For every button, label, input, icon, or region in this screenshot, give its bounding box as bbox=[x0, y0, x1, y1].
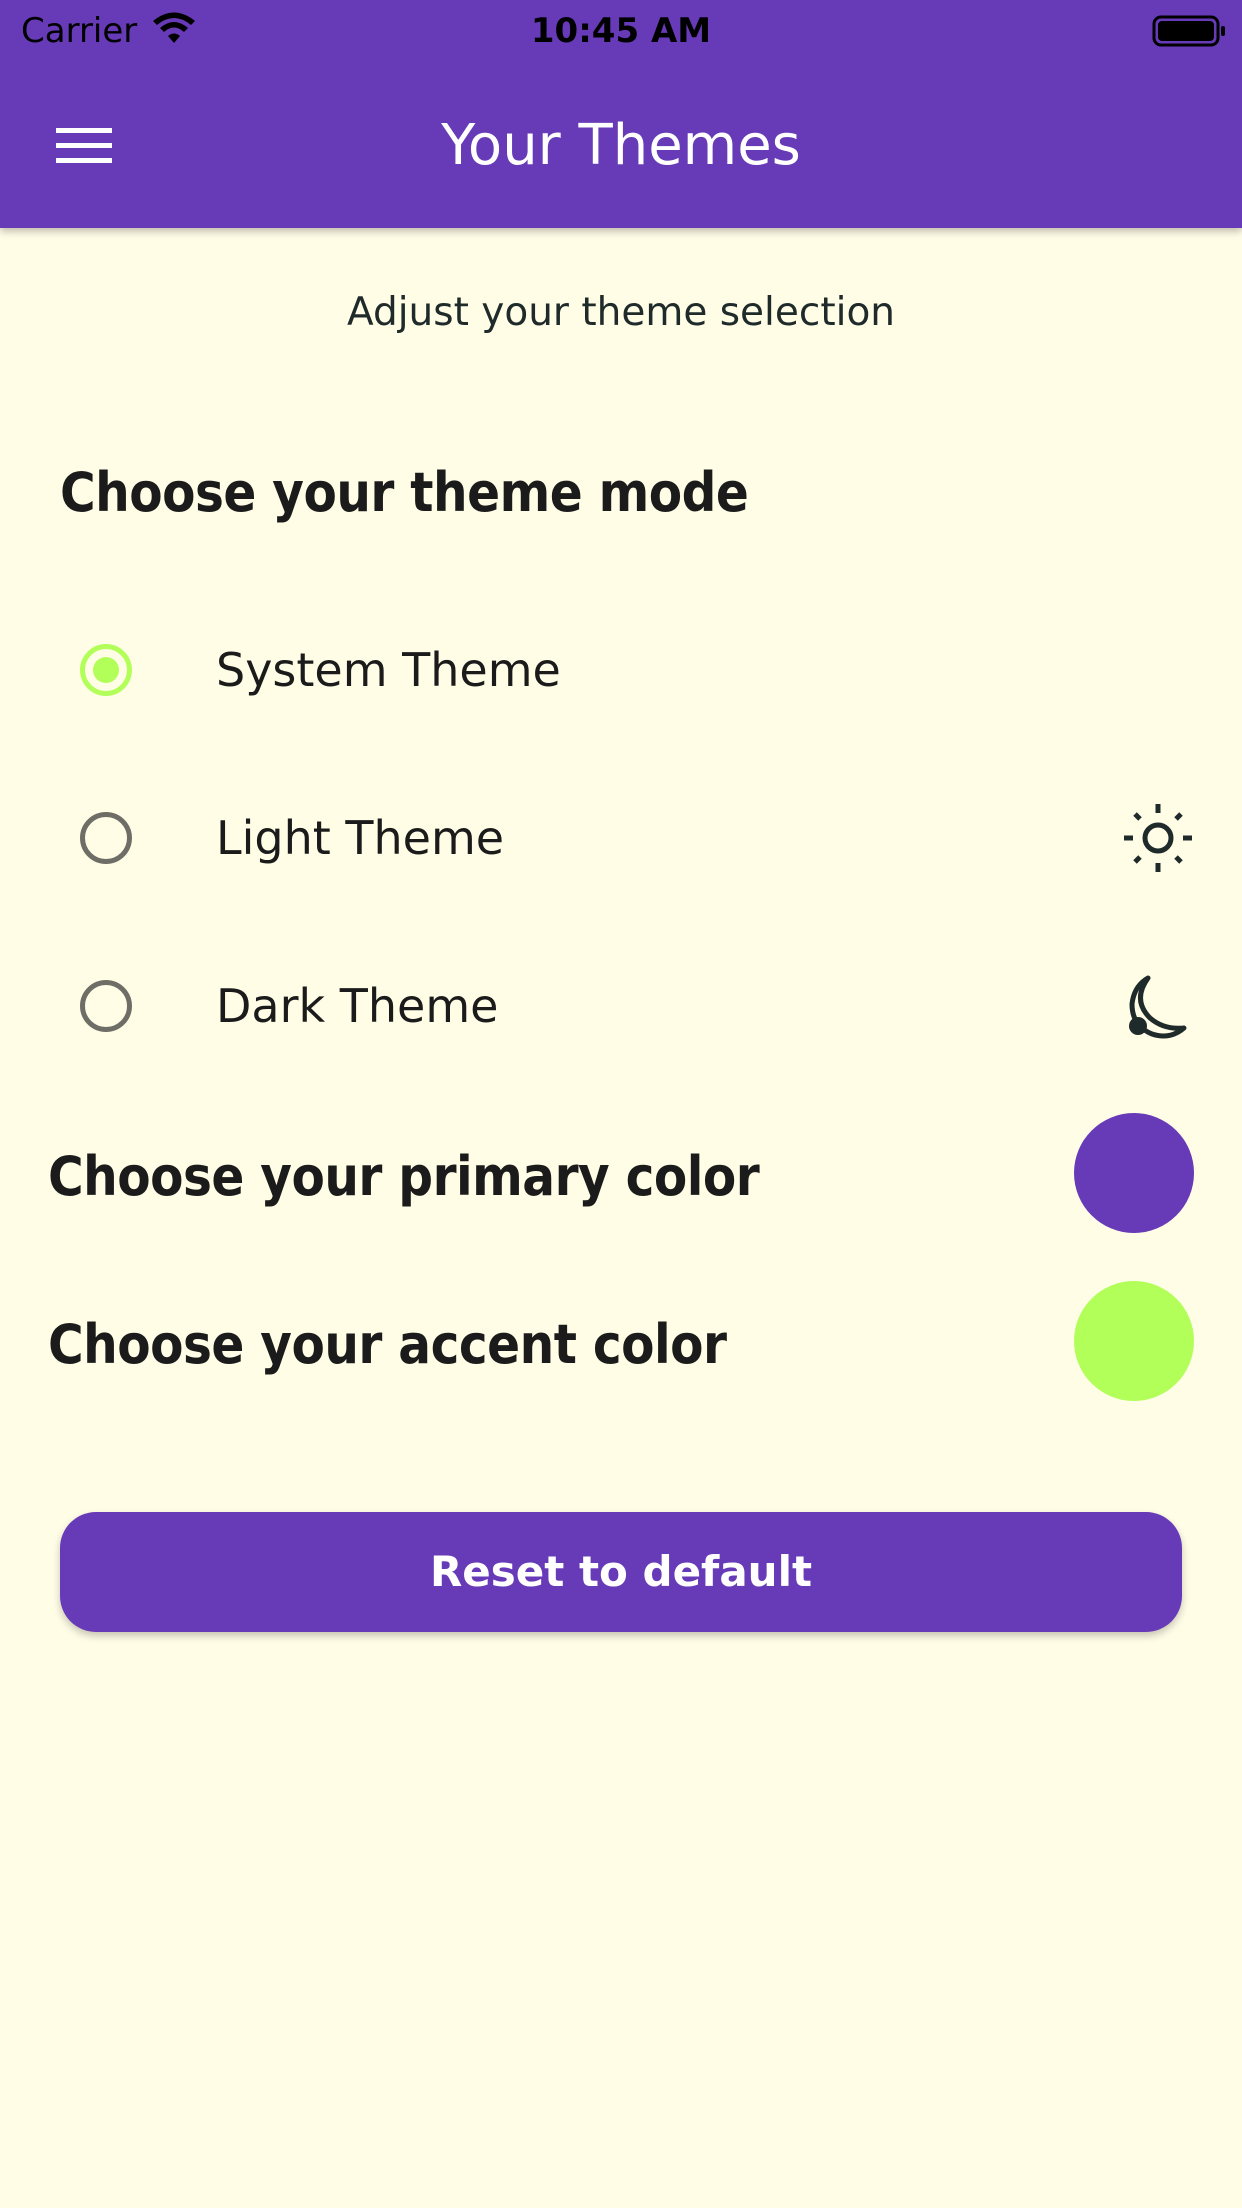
theme-option-system[interactable]: System Theme bbox=[0, 610, 1242, 730]
theme-option-light[interactable]: Light Theme bbox=[0, 778, 1242, 898]
theme-mode-heading: Choose your theme mode bbox=[60, 461, 749, 524]
theme-option-label: Light Theme bbox=[216, 811, 505, 865]
radio-button-dark[interactable] bbox=[80, 980, 132, 1032]
status-bar: Carrier 10:45 AM bbox=[0, 0, 1242, 62]
primary-color-swatch[interactable] bbox=[1074, 1113, 1194, 1233]
app-bar: Carrier 10:45 AM Your Themes bbox=[0, 0, 1242, 228]
battery-icon bbox=[1152, 15, 1225, 47]
theme-option-label: System Theme bbox=[216, 643, 561, 697]
radio-selected-dot bbox=[93, 657, 119, 683]
page-subtitle: Adjust your theme selection bbox=[346, 290, 896, 335]
accent-color-heading: Choose your accent color bbox=[48, 1313, 727, 1376]
sun-icon bbox=[1124, 804, 1192, 872]
theme-option-label: Dark Theme bbox=[216, 979, 499, 1033]
accent-color-swatch[interactable] bbox=[1074, 1281, 1194, 1401]
primary-color-heading: Choose your primary color bbox=[48, 1145, 760, 1208]
theme-option-dark[interactable]: Dark Theme bbox=[0, 946, 1242, 1066]
status-time: 10:45 AM bbox=[530, 11, 712, 51]
radio-button-light[interactable] bbox=[80, 812, 132, 864]
page-title: Your Themes bbox=[441, 113, 801, 178]
radio-button-system[interactable] bbox=[80, 644, 132, 696]
moon-icon bbox=[1129, 975, 1187, 1039]
reset-to-default-button[interactable]: Reset to default bbox=[60, 1512, 1182, 1632]
